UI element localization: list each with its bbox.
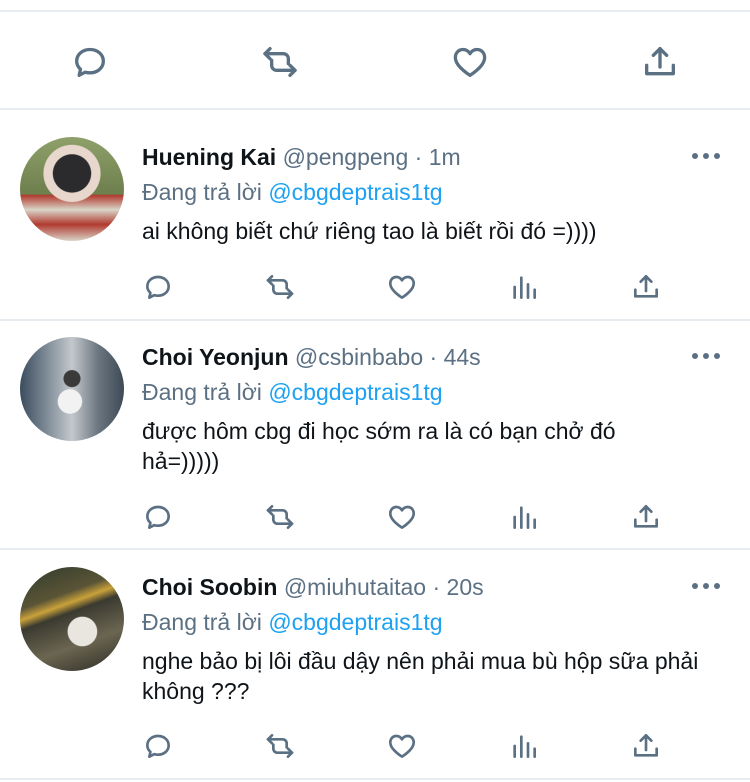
avatar[interactable] <box>20 567 124 671</box>
user-handle[interactable]: @csbinbabo <box>295 344 423 370</box>
analytics-icon[interactable] <box>506 269 542 305</box>
replying-to: Đang trả lời @cbgdeptrais1tg <box>142 176 443 208</box>
separator-dot: · <box>429 344 438 370</box>
like-icon[interactable] <box>384 499 420 535</box>
replying-to: Đang trả lời @cbgdeptrais1tg <box>142 376 443 408</box>
display-name[interactable]: Choi Soobin <box>142 574 277 600</box>
more-options-icon[interactable] <box>692 346 720 366</box>
timestamp[interactable]: 20s <box>447 574 484 600</box>
divider <box>0 108 750 110</box>
user-handle[interactable]: @pengpeng <box>283 144 409 170</box>
tweet-text: được hôm cbg đi học sớm ra là có bạn chở… <box>142 418 616 474</box>
top-divider <box>0 10 750 12</box>
separator-dot: · <box>414 144 423 170</box>
share-icon[interactable] <box>628 499 664 535</box>
share-icon[interactable] <box>638 40 682 84</box>
retweet-icon[interactable] <box>262 269 298 305</box>
like-icon[interactable] <box>384 269 420 305</box>
display-name[interactable]: Huening Kai <box>142 144 276 170</box>
main-tweet-actions <box>0 32 750 90</box>
more-options-icon[interactable] <box>692 146 720 166</box>
analytics-icon[interactable] <box>506 728 542 764</box>
tweet-text: nghe bảo bị lôi đầu dậy nên phải mua bù … <box>142 648 699 704</box>
share-icon[interactable] <box>628 269 664 305</box>
reply-icon[interactable] <box>140 499 176 535</box>
avatar[interactable] <box>20 337 124 441</box>
tweet-text: ai không biết chứ riêng tao là biết rồi … <box>142 218 597 244</box>
reply-icon[interactable] <box>140 269 176 305</box>
avatar[interactable] <box>20 137 124 241</box>
tweet-actions <box>0 728 750 768</box>
tweet-actions <box>0 499 750 539</box>
replying-to-label: Đang trả lời <box>142 609 262 635</box>
like-icon[interactable] <box>384 728 420 764</box>
separator-dot: · <box>432 574 441 600</box>
replying-to-label: Đang trả lời <box>142 379 262 405</box>
analytics-icon[interactable] <box>506 499 542 535</box>
divider <box>0 778 750 780</box>
share-icon[interactable] <box>628 728 664 764</box>
mention-link[interactable]: @cbgdeptrais1tg <box>268 379 442 405</box>
timestamp[interactable]: 44s <box>444 344 481 370</box>
retweet-icon[interactable] <box>258 40 302 84</box>
tweet-header: Huening Kai @pengpeng · 1m <box>142 140 461 174</box>
divider <box>0 548 750 550</box>
user-handle[interactable]: @miuhutaitao <box>284 574 426 600</box>
divider <box>0 319 750 321</box>
replying-to: Đang trả lời @cbgdeptrais1tg <box>142 606 443 638</box>
tweet-header: Choi Yeonjun @csbinbabo · 44s <box>142 340 481 374</box>
retweet-icon[interactable] <box>262 499 298 535</box>
reply-icon[interactable] <box>140 728 176 764</box>
more-options-icon[interactable] <box>692 576 720 596</box>
replying-to-label: Đang trả lời <box>142 179 262 205</box>
like-icon[interactable] <box>448 40 492 84</box>
display-name[interactable]: Choi Yeonjun <box>142 344 289 370</box>
tweet-header: Choi Soobin @miuhutaitao · 20s <box>142 570 484 604</box>
tweet-actions <box>0 269 750 309</box>
mention-link[interactable]: @cbgdeptrais1tg <box>268 179 442 205</box>
reply-icon[interactable] <box>68 40 112 84</box>
mention-link[interactable]: @cbgdeptrais1tg <box>268 609 442 635</box>
timestamp[interactable]: 1m <box>429 144 461 170</box>
retweet-icon[interactable] <box>262 728 298 764</box>
